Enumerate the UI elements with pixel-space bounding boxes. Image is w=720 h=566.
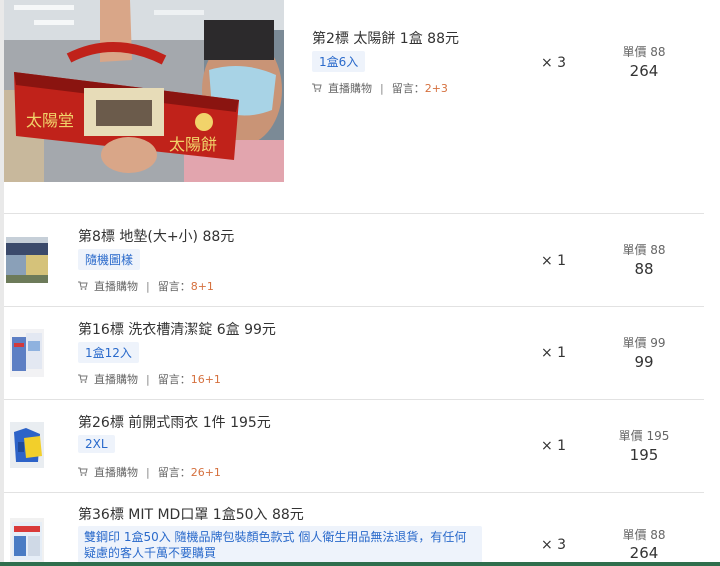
note-label: 留言： [157,373,191,386]
cart-icon [78,466,88,479]
note-value: 16+1 [190,372,221,386]
product-thumbnail[interactable]: 太陽堂 太陽餅 [4,0,284,182]
item-subtotal: 99 [634,353,654,371]
note-label: 留言： [157,280,191,293]
product-photo-icon: 太陽堂 太陽餅 [4,0,284,182]
item-spec-tag: 雙鋼印 1盒50入 隨機品牌包裝顏色款式 個人衛生用品無法退貨，有任何疑慮的客人… [78,526,482,564]
note-label: 留言： [391,82,425,95]
item-quantity: × 1 [541,253,567,269]
item-quantity: × 1 [541,438,567,454]
item-meta: 直播購物 | 留言： 2+3 [312,80,448,96]
unit-price: 單價 88 [599,526,689,543]
unit-price: 單價 195 [599,427,689,444]
svg-text:太陽餅: 太陽餅 [169,135,217,154]
item-title[interactable]: 第8標 地墊(大+小) 88元 [78,226,234,246]
item-divider [4,492,704,493]
item-title[interactable]: 第16標 洗衣槽清潔錠 6盒 99元 [78,319,276,339]
live-purchase-label: 直播購物 [94,466,138,479]
unit-price-value: 195 [646,429,670,443]
item-meta: 直播購物 | 留言： 26+1 [78,464,221,480]
item-divider [4,399,704,400]
item-subtotal: 88 [634,260,654,278]
bottom-edge [0,562,720,566]
note-label: 留言： [157,466,191,479]
item-subtotal: 264 [629,62,659,80]
item-spec-tag: 1盒12入 [78,342,139,363]
meta-separator: | [380,81,384,95]
product-thumbnail[interactable] [10,518,44,562]
product-thumbnail[interactable] [10,422,44,468]
live-purchase-label: 直播購物 [94,280,138,293]
item-title[interactable]: 第26標 前開式雨衣 1件 195元 [78,412,271,432]
item-subtotal: 195 [629,446,659,464]
item-spec-tag: 1盒6入 [312,51,366,72]
live-purchase-label: 直播購物 [94,373,138,386]
item-meta: 直播購物 | 留言： 16+1 [78,371,221,387]
item-quantity: × 3 [541,537,567,553]
unit-price-label: 單價 [622,243,651,257]
item-quantity: × 3 [541,55,567,71]
item-meta: 直播購物 | 留言： 8+1 [78,278,214,294]
note-value: 2+3 [424,81,448,95]
unit-price-value: 88 [650,243,666,257]
svg-text:太陽堂: 太陽堂 [26,111,74,130]
unit-price-label: 單價 [618,429,647,443]
unit-price-value: 99 [650,336,666,350]
product-thumbnail[interactable] [10,329,44,377]
note-value: 8+1 [190,279,214,293]
item-title[interactable]: 第36標 MIT MD口罩 1盒50入 88元 [78,504,304,524]
product-photo-icon [10,518,44,562]
unit-price-value: 88 [650,45,666,59]
unit-price: 單價 88 [599,43,689,60]
unit-price-label: 單價 [622,45,651,59]
item-spec-tag: 隨機圖樣 [78,249,141,270]
item-quantity: × 1 [541,345,567,361]
note-value: 26+1 [190,465,221,479]
meta-separator: | [146,372,150,386]
product-photo-icon [10,422,44,468]
unit-price-label: 單價 [622,336,651,350]
item-divider [4,213,704,214]
product-photo-icon [6,237,48,283]
unit-price: 單價 99 [599,334,689,351]
item-subtotal: 264 [629,544,659,562]
live-purchase-label: 直播購物 [328,82,372,95]
product-thumbnail[interactable] [6,237,48,283]
unit-price-label: 單價 [622,528,651,542]
meta-separator: | [146,465,150,479]
cart-icon [312,82,322,95]
item-title[interactable]: 第2標 太陽餅 1盒 88元 [312,28,459,48]
unit-price-value: 88 [650,528,666,542]
meta-separator: | [146,279,150,293]
cart-icon [78,373,88,386]
item-spec-tag: 2XL [78,435,115,453]
product-photo-icon [10,329,44,377]
item-divider [4,306,704,307]
cart-icon [78,280,88,293]
unit-price: 單價 88 [599,241,689,258]
